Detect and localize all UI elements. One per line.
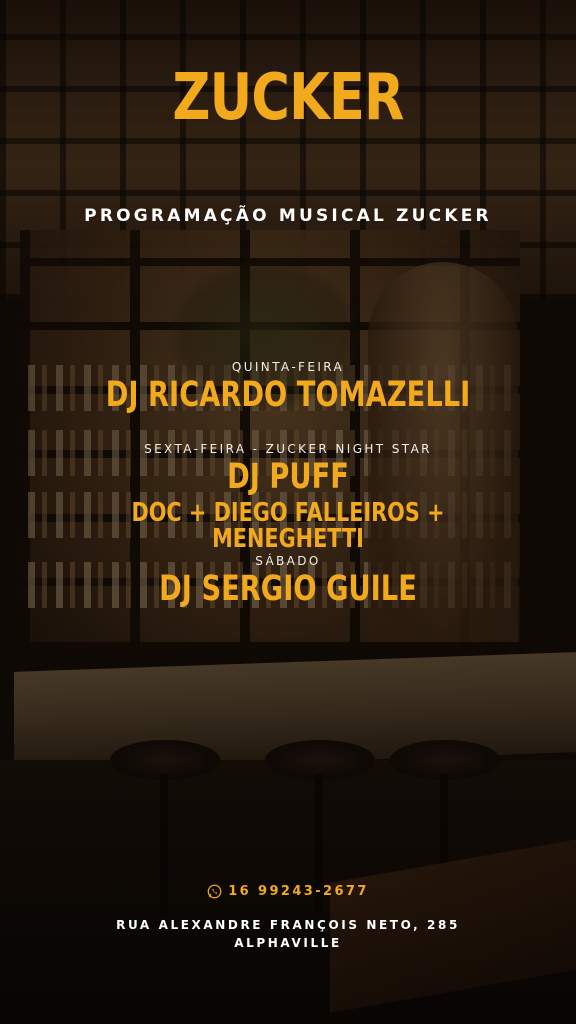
dj-saturday: DJ SERGIO GUILE (159, 569, 417, 609)
zucker-logo: ZUCKER (172, 61, 404, 135)
dj-friday: DJ PUFF (227, 457, 349, 497)
day-label-friday: SEXTA-FEIRA - ZUCKER NIGHT STAR (144, 442, 432, 456)
dj-thursday: DJ RICARDO TOMAZELLI (105, 375, 471, 415)
dj-friday-guests: DOC + DIEGO FALLEIROS + MENEGHETTI (131, 498, 445, 554)
day-label-saturday: SÁBADO (255, 554, 321, 568)
day-label-thursday: QUINTA-FEIRA (231, 360, 345, 374)
phone-number: 16 99243-2677 (228, 884, 369, 899)
program-title: PROGRAMAÇÃO MUSICAL ZUCKER (84, 206, 492, 226)
address-neighborhood: ALPHAVILLE (234, 936, 342, 950)
flyer-content: ZUCKER PROGRAMAÇÃO MUSICAL ZUCKER QUINTA… (0, 0, 576, 1024)
address-street: RUA ALEXANDRE FRANÇOIS NETO, 285 (116, 918, 460, 932)
phone-contact[interactable]: 16 99243-2677 (0, 884, 576, 899)
whatsapp-icon (207, 884, 222, 899)
